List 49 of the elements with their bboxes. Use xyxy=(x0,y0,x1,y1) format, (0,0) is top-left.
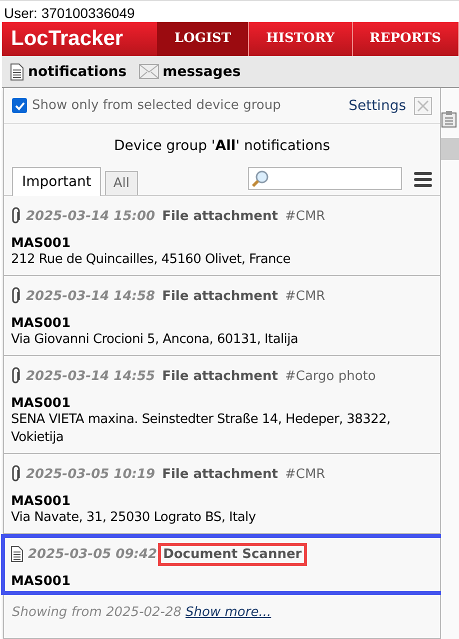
show-more-link[interactable]: Show more... xyxy=(186,605,272,620)
document-icon xyxy=(11,546,23,562)
toolbar-link[interactable]: messages xyxy=(162,64,241,80)
device-name: MAS001 xyxy=(11,236,72,251)
device-name: MAS001 xyxy=(11,316,72,331)
address-text: Via Giovanni Crocioni 5, Ancona, 60131, Italija xyxy=(11,331,300,349)
nav-tab[interactable]: LOGIST xyxy=(157,22,250,56)
tab[interactable]: Important xyxy=(12,167,102,196)
notification-item[interactable]: 2025-03-14 14:55 File attachment #Cargo photo MAS001 SENA VIETA maxina. Seinstedter Straße 14, Hedeper, 38322, Vokietija xyxy=(4,356,440,454)
timestamp: 2025-03-14 14:58 xyxy=(26,288,156,304)
paperclip-icon xyxy=(11,465,21,483)
search-icon xyxy=(251,170,269,188)
paperclip-icon xyxy=(11,367,21,385)
notification-title: File attachment xyxy=(161,466,279,482)
address-text: 212 Rue de Quincailles, 45160 Olivet, France xyxy=(11,251,292,269)
timestamp: 2025-03-14 15:00 xyxy=(26,208,156,224)
notification-item[interactable]: 2025-03-05 10:19 File attachment #CMR MAS001 Via Navate, 31, 25030 Lograto BS, Italy xyxy=(4,454,440,534)
timestamp: 2025-03-05 09:42 xyxy=(28,546,158,562)
footer-text: Showing from 2025-02-28 xyxy=(12,605,182,620)
checkbox[interactable] xyxy=(12,98,27,113)
menu-icon[interactable] xyxy=(414,171,432,187)
tag-label: #CMR xyxy=(284,208,326,224)
tag-label: #Cargo photo xyxy=(284,368,376,384)
timestamp: 2025-03-14 14:55 xyxy=(26,368,156,384)
device-name: MAS001 xyxy=(11,574,72,589)
tag-label: #CMR xyxy=(284,466,326,482)
device-name: MAS001 xyxy=(11,396,72,411)
address-text: SENA VIETA maxina. Seinstedter Straße 14, Hedeper, 38322, Vokietija xyxy=(11,411,392,447)
panel-heading: Device group 'All' notifications xyxy=(112,137,332,156)
address-text: Via Navate, 31, 25030 Lograto BS, Italy xyxy=(11,509,257,527)
paperclip-icon xyxy=(11,287,21,305)
logo: LocTracker xyxy=(10,26,124,52)
notification-item[interactable]: 2025-03-14 14:58 File attachment #CMR MAS001 Via Giovanni Crocioni 5, Ancona, 60131, Italija xyxy=(4,276,440,356)
settings-link[interactable]: Settings xyxy=(348,98,406,114)
side-bar xyxy=(441,138,459,160)
timestamp: 2025-03-05 10:19 xyxy=(26,466,156,482)
notification-title: File attachment xyxy=(161,208,279,224)
paperclip-icon xyxy=(11,207,21,225)
checkbox-label: Show only from selected device group xyxy=(32,98,281,113)
notification-title: Document Scanner xyxy=(158,542,307,566)
device-name: MAS001 xyxy=(11,494,72,509)
notification-title: File attachment xyxy=(161,368,279,384)
tab[interactable]: All xyxy=(105,171,138,195)
document-icon[interactable] xyxy=(10,62,24,80)
notification-item[interactable]: 2025-03-14 15:00 File attachment #CMR MAS001 212 Rue de Quincailles, 45160 Olivet, France xyxy=(4,196,440,276)
search-field[interactable] xyxy=(248,167,402,190)
notification-title: File attachment xyxy=(161,288,279,304)
toolbar-link[interactable]: notifications xyxy=(28,64,127,80)
tag-label: #CMR xyxy=(284,288,326,304)
